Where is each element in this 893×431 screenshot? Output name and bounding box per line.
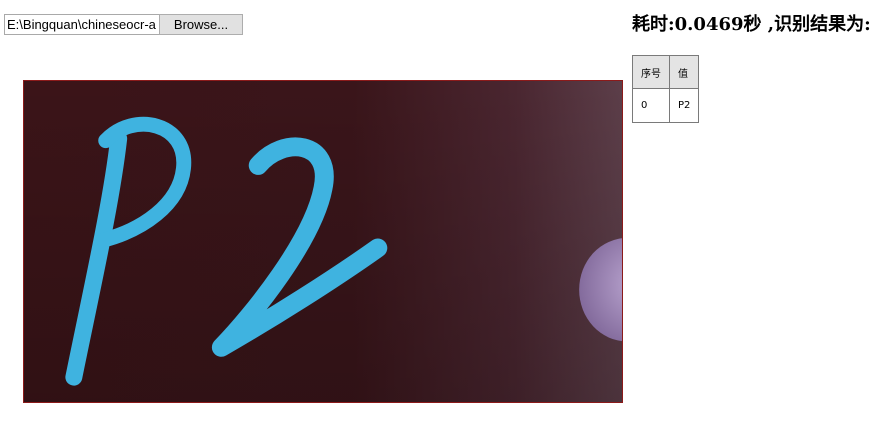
- file-path-field[interactable]: E:\Bingquan\chineseocr-a: [4, 14, 159, 35]
- file-chooser[interactable]: E:\Bingquan\chineseocr-a Browse...: [4, 14, 243, 35]
- result-table: 序号 值 0 P2: [632, 55, 700, 123]
- uploaded-image: [24, 81, 622, 402]
- table-row: 0 P2: [632, 88, 700, 123]
- column-header-index: 序号: [632, 55, 670, 89]
- row-index-cell: 0: [632, 88, 670, 123]
- column-header-value: 值: [668, 55, 700, 89]
- result-title: 耗时:0.0469秒 ,识别结果为:: [632, 14, 871, 35]
- table-header-row: 序号 值: [632, 55, 700, 89]
- browse-button[interactable]: Browse...: [159, 14, 243, 35]
- uploaded-image-preview: [23, 80, 623, 403]
- row-value-cell: P2: [668, 88, 700, 123]
